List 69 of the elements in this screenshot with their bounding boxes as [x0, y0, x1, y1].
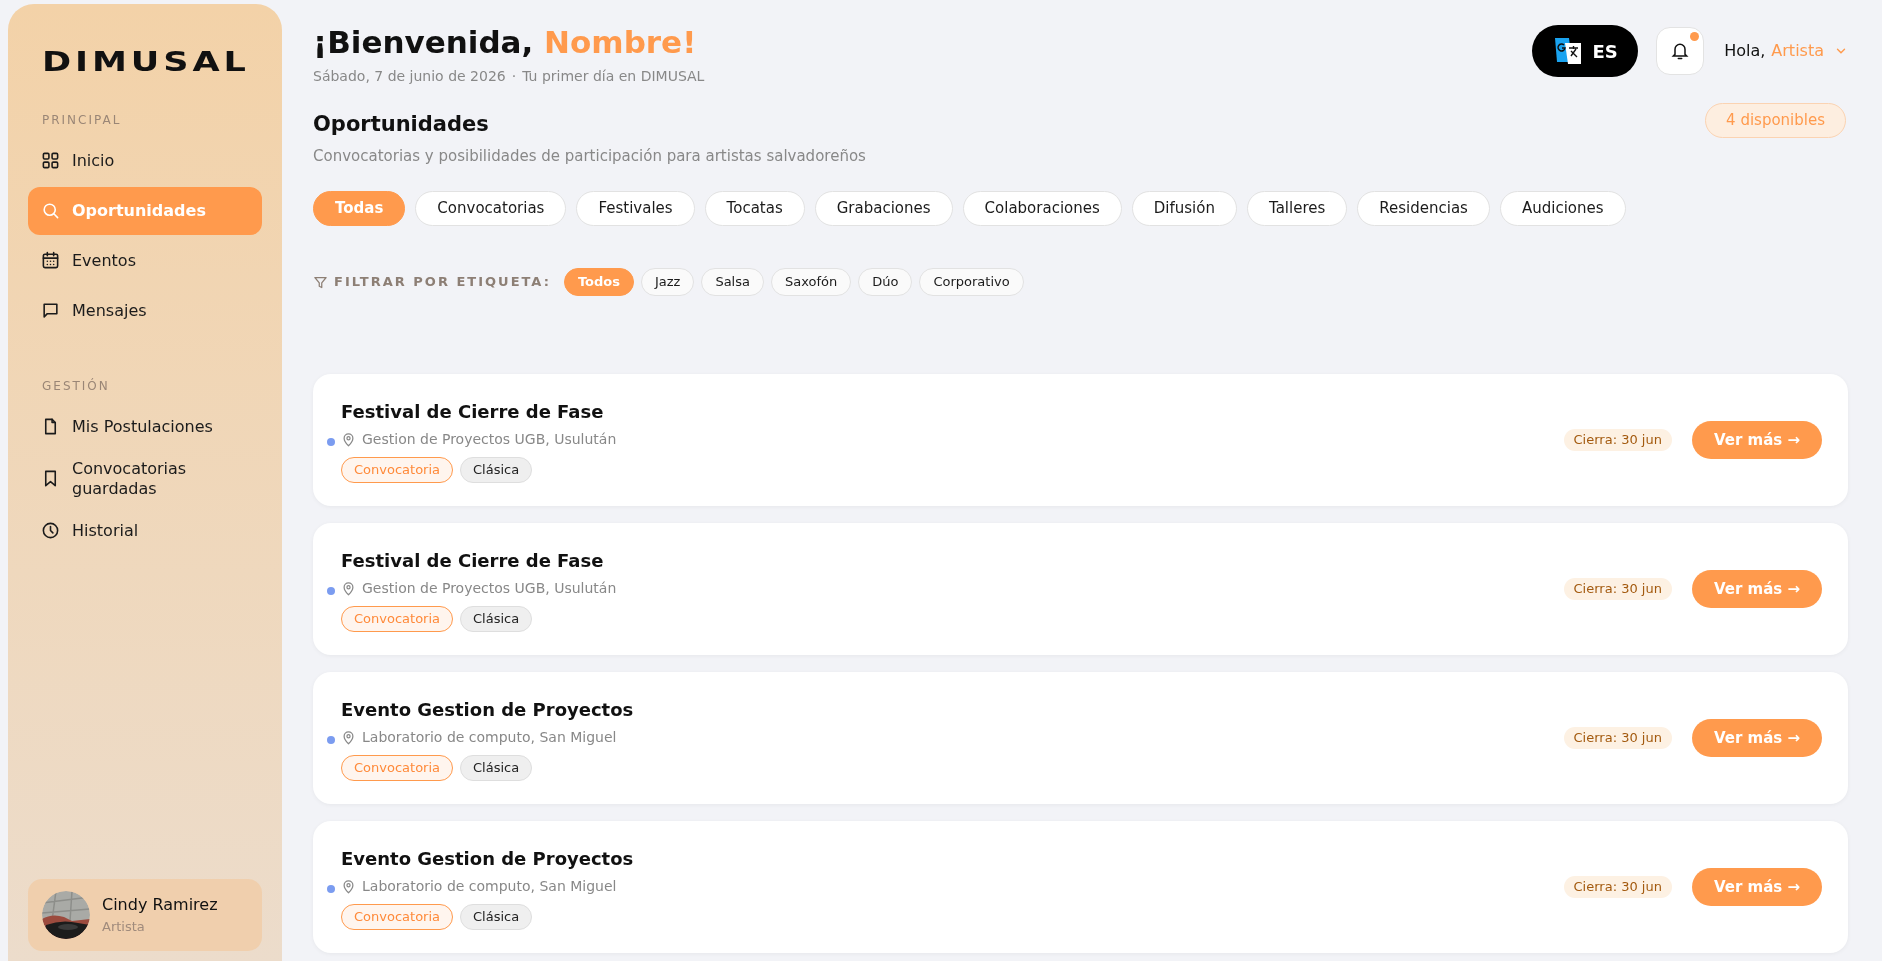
tag-filter-chip[interactable]: Saxofón	[770, 268, 852, 296]
deadline-badge: Cierra: 30 jun	[1563, 429, 1672, 451]
location-pin-icon	[341, 431, 356, 447]
section-label: GESTIÓN	[42, 377, 111, 395]
deadline-badge: Cierra: 30 jun	[1563, 578, 1672, 600]
category-tab[interactable]: Audiciones	[1499, 191, 1626, 226]
category-tab[interactable]: Tocatas	[704, 191, 805, 226]
user-name: Nombre!	[544, 23, 697, 62]
genre-tag: Clásica	[460, 605, 533, 632]
location-pin-icon	[341, 729, 356, 745]
nav-item[interactable]: Inicio	[28, 136, 262, 185]
language-button[interactable]: ES	[1532, 25, 1639, 77]
nav-item[interactable]: Mensajes	[28, 286, 262, 335]
profile-name: Cindy Ramirez	[102, 894, 218, 917]
location-text: Laboratorio de computo, San Miguel	[362, 876, 617, 896]
bell-icon	[1670, 41, 1691, 61]
type-tag: Convocatoria	[341, 456, 453, 483]
nav-item[interactable]: Eventos	[28, 236, 262, 285]
type-tag: Convocatoria	[341, 754, 453, 781]
section-title: Oportunidades	[313, 111, 490, 138]
notifications-button[interactable]	[1656, 27, 1705, 75]
genre-tag: Clásica	[460, 754, 533, 781]
count-badge: 4 disponibles	[1705, 103, 1846, 138]
profile-card[interactable]: Cindy Ramirez Artista	[28, 879, 262, 951]
section-subtitle: Convocatorias y posibilidades de participación para artistas salvadoreños	[313, 145, 866, 167]
tag-filter-chip[interactable]: Jazz	[640, 268, 695, 296]
genre-tag: Clásica	[460, 903, 533, 930]
separator-dot: ·	[511, 67, 517, 86]
deadline-badge: Cierra: 30 jun	[1563, 727, 1672, 749]
grid-icon	[41, 151, 60, 170]
search-icon	[41, 201, 60, 220]
category-tab[interactable]: Festivales	[576, 191, 695, 226]
date-text: Sábado, 7 de junio de 2026	[313, 67, 506, 86]
note-text: Tu primer día en DIMUSAL	[522, 67, 705, 86]
translate-icon	[1552, 36, 1583, 66]
tag-filter-chip[interactable]: Corporativo	[919, 268, 1024, 296]
category-tab[interactable]: Residencias	[1357, 191, 1490, 226]
category-tab[interactable]: Grabaciones	[814, 191, 953, 226]
location-pin-icon	[341, 878, 356, 894]
location-text: Laboratorio de computo, San Miguel	[362, 727, 617, 747]
nav-item[interactable]: Mis Postulaciones	[28, 402, 262, 451]
location-text: Gestion de Proyectos UGB, Usulután	[362, 429, 617, 449]
type-tag: Convocatoria	[341, 605, 453, 632]
card-title: Festival de Cierre de Fase	[341, 548, 605, 573]
category-tab[interactable]: Talleres	[1246, 191, 1348, 226]
user-menu[interactable]: Hola, Artista	[1724, 39, 1848, 63]
location-text: Gestion de Proyectos UGB, Usulután	[362, 578, 617, 598]
genre-tag: Clásica	[460, 456, 533, 483]
category-tab[interactable]: Colaboraciones	[962, 191, 1122, 226]
message-icon	[41, 301, 60, 320]
calendar-icon	[41, 251, 60, 270]
nav-item[interactable]: Historial	[28, 506, 262, 555]
filter-label: FILTRAR POR ETIQUETA:	[334, 273, 551, 292]
section-label: PRINCIPAL	[42, 111, 123, 129]
profile-role: Artista	[102, 918, 146, 937]
location-pin-icon	[341, 580, 356, 596]
category-tab[interactable]: Convocatorias	[415, 191, 567, 226]
nav-item[interactable]: Convocatorias guardadas	[28, 452, 262, 505]
filter-icon	[313, 274, 328, 290]
deadline-badge: Cierra: 30 jun	[1563, 876, 1672, 898]
welcome-title: ¡Bienvenida,	[313, 23, 535, 62]
tag-filter-chip[interactable]: Salsa	[701, 268, 764, 296]
card-title: Evento Gestion de Proyectos	[341, 697, 635, 722]
type-tag: Convocatoria	[341, 903, 453, 930]
category-tab[interactable]: Difusión	[1131, 191, 1237, 226]
card-title: Evento Gestion de Proyectos	[341, 846, 635, 871]
tag-filter-chip[interactable]: Dúo	[858, 268, 913, 296]
card-title: Festival de Cierre de Fase	[341, 399, 605, 424]
clock-icon	[41, 521, 60, 540]
